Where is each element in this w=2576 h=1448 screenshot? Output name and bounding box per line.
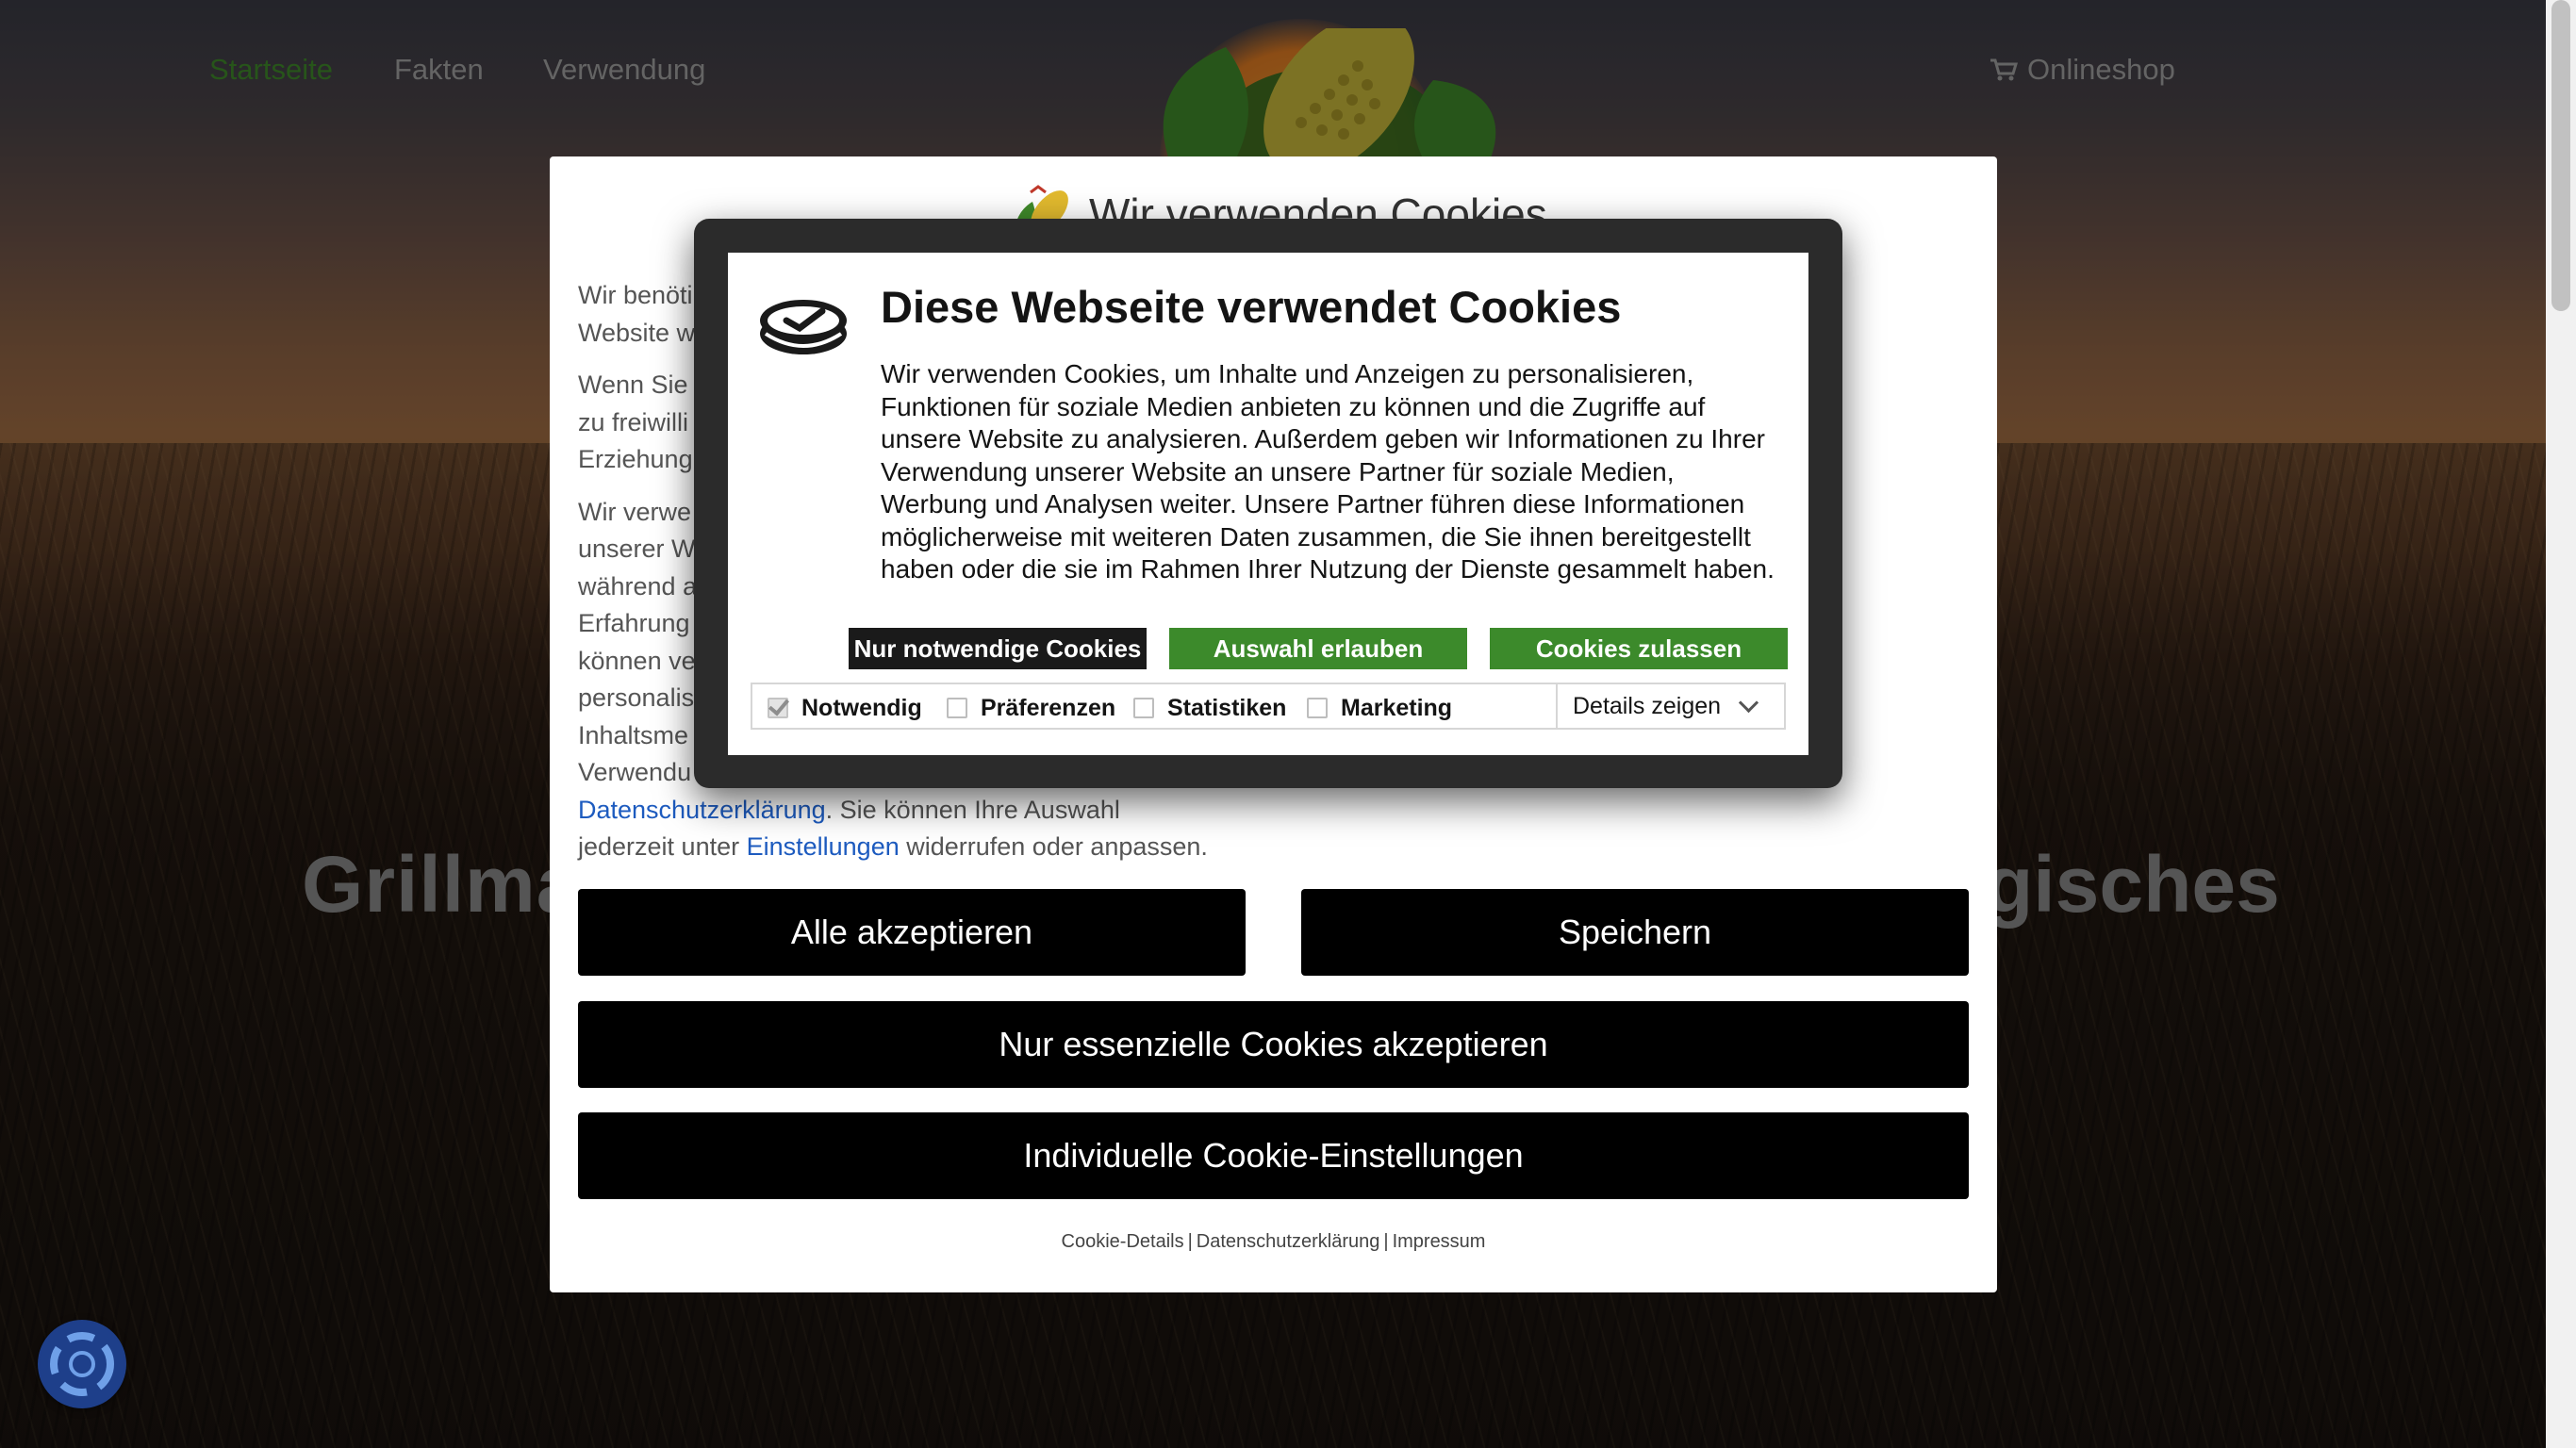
individual-settings-button[interactable]: Individuelle Cookie-Einstellungen	[578, 1112, 1969, 1199]
separator: |	[1383, 1231, 1389, 1252]
cookie-details-link[interactable]: Cookie-Details	[1062, 1231, 1184, 1252]
checkbox-icon[interactable]	[947, 698, 967, 718]
option-label: Statistiken	[1167, 695, 1287, 721]
consent-footer-links: Cookie-Details | Datenschutzerklärung | Impr…	[550, 1231, 1997, 1253]
footer-privacy-link[interactable]: Datenschutzerklärung	[1197, 1231, 1380, 1252]
essential-only-button[interactable]: Nur essenzielle Cookies akzeptieren	[578, 1001, 1969, 1088]
option-label: Notwendig	[801, 695, 922, 721]
text-line: Verwendu	[578, 758, 692, 786]
cookiebot-dialog: Diese Webseite verwendet Cookies Wir ver…	[694, 219, 1842, 788]
text-line: Wir verwe	[578, 497, 691, 526]
allow-all-button[interactable]: Cookies zulassen	[1490, 628, 1788, 669]
cookie-category-options: Notwendig Präferenzen Statistiken Market…	[751, 683, 1786, 730]
text-line: unserer W	[578, 535, 696, 563]
cookiebot-description: Wir verwenden Cookies, um Inhalte und An…	[881, 359, 1775, 584]
text-line: während a	[578, 571, 698, 601]
cookiebot-logo-icon	[760, 300, 847, 354]
allow-selection-button[interactable]: Auswahl erlauben	[1169, 628, 1467, 669]
text-line: Website w	[578, 318, 696, 347]
checkbox-icon[interactable]	[1307, 698, 1328, 718]
text-line: widerrufen oder anpassen.	[899, 832, 1208, 861]
scrollbar-thumb[interactable]	[2551, 0, 2570, 311]
settings-link[interactable]: Einstellungen	[747, 832, 900, 861]
checkbox-icon[interactable]	[1133, 698, 1154, 718]
separator: |	[1187, 1231, 1193, 1252]
cookiebot-panel: Diese Webseite verwendet Cookies Wir ver…	[728, 253, 1808, 755]
accept-all-button[interactable]: Alle akzeptieren	[578, 889, 1246, 976]
option-necessary[interactable]: Notwendig	[768, 695, 922, 722]
option-label: Präferenzen	[981, 695, 1116, 721]
text-line: . Sie können Ihre Auswahl	[825, 795, 1120, 824]
checkbox-icon[interactable]	[768, 698, 788, 718]
text-line: zu freiwilli	[578, 407, 689, 436]
option-label: Marketing	[1341, 695, 1453, 721]
text-line: Wenn Sie	[578, 370, 688, 399]
text-line: Inhaltsme	[578, 720, 689, 749]
option-statistics[interactable]: Statistiken	[1133, 695, 1286, 722]
option-preferences[interactable]: Präferenzen	[947, 695, 1115, 722]
text-line: personalis	[578, 683, 695, 712]
page-scrollbar[interactable]	[2546, 0, 2576, 1448]
necessary-only-button[interactable]: Nur notwendige Cookies	[849, 628, 1147, 669]
text-line: Erfahrung	[578, 609, 690, 637]
text-line: jederzeit unter	[578, 832, 747, 861]
imprint-link[interactable]: Impressum	[1393, 1231, 1486, 1252]
save-button[interactable]: Speichern	[1301, 889, 1969, 976]
cookie-settings-icon[interactable]	[38, 1320, 126, 1408]
text-line: Erziehung	[578, 445, 693, 473]
cookiebot-title: Diese Webseite verwendet Cookies	[881, 282, 1622, 332]
text-line: können ve	[578, 646, 696, 675]
details-label: Details zeigen	[1573, 693, 1722, 719]
chevron-down-icon	[1738, 692, 1759, 714]
text-line: Wir benöti	[578, 281, 693, 309]
option-marketing[interactable]: Marketing	[1307, 695, 1452, 722]
show-details-toggle[interactable]: Details zeigen	[1556, 684, 1784, 728]
privacy-link[interactable]: Datenschutzerklärung	[578, 796, 826, 824]
